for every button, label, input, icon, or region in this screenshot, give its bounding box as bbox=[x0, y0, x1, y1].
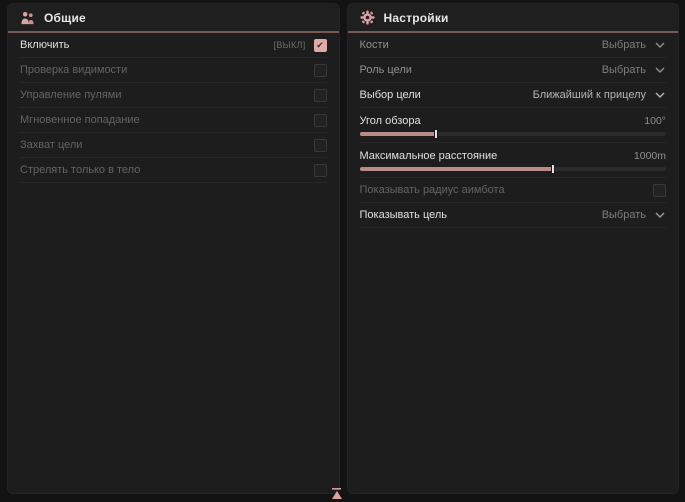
panel-general-header: Общие bbox=[8, 4, 339, 33]
slider-fill bbox=[360, 167, 553, 171]
instant-hit-checkbox[interactable] bbox=[314, 114, 327, 127]
chevron-down-icon[interactable] bbox=[654, 209, 666, 221]
toggle-label: Захват цели bbox=[20, 139, 82, 151]
slider-fill bbox=[360, 132, 437, 136]
panel-settings-title: Настройки bbox=[384, 11, 449, 25]
menu-panels: Общие Включить [ВЫКЛ] Проверка видимости… bbox=[0, 0, 685, 494]
toggle-label: Мгновенное попадание bbox=[20, 114, 140, 126]
bullet-control-checkbox[interactable] bbox=[314, 89, 327, 102]
chevron-down-icon[interactable] bbox=[654, 89, 666, 101]
cursor-arrow-icon bbox=[329, 486, 345, 500]
toggle-row-target-lock[interactable]: Захват цели bbox=[20, 133, 327, 158]
gear-icon bbox=[360, 10, 375, 25]
fov-slider[interactable] bbox=[360, 132, 667, 136]
select-value: Ближайший к прицелу bbox=[533, 89, 646, 101]
select-value: Выбрать bbox=[602, 64, 646, 76]
toggle-row-visibility-check[interactable]: Проверка видимости bbox=[20, 58, 327, 83]
users-icon bbox=[20, 10, 35, 25]
slider-value: 100° bbox=[644, 115, 666, 127]
max-distance-slider[interactable] bbox=[360, 167, 667, 171]
show-aimbot-radius-checkbox[interactable] bbox=[653, 184, 666, 197]
select-label: Кости bbox=[360, 39, 389, 51]
select-label: Роль цели bbox=[360, 64, 412, 76]
slider-row-fov: Угол обзора 100° bbox=[360, 108, 667, 143]
toggle-row-show-aimbot-radius[interactable]: Показывать радиус аимбота bbox=[360, 178, 667, 203]
panel-general: Общие Включить [ВЫКЛ] Проверка видимости… bbox=[7, 3, 340, 494]
toggle-label: Стрелять только в тело bbox=[20, 164, 140, 176]
toggle-row-body-only[interactable]: Стрелять только в тело bbox=[20, 158, 327, 183]
slider-label: Угол обзора bbox=[360, 115, 421, 127]
slider-row-max-distance: Максимальное расстояние 1000m bbox=[360, 143, 667, 178]
slider-value: 1000m bbox=[634, 150, 666, 162]
toggle-label: Включить bbox=[20, 39, 69, 51]
panel-settings: Настройки Кости Выбрать Роль цели Выбрат… bbox=[347, 3, 680, 494]
enable-checkbox[interactable] bbox=[314, 39, 327, 52]
slider-handle[interactable] bbox=[434, 129, 438, 139]
select-row-bones[interactable]: Кости Выбрать bbox=[360, 33, 667, 58]
panel-general-title: Общие bbox=[44, 11, 86, 25]
panel-settings-header: Настройки bbox=[348, 4, 679, 33]
select-row-target-choice[interactable]: Выбор цели Ближайший к прицелу bbox=[360, 83, 667, 108]
chevron-down-icon[interactable] bbox=[654, 39, 666, 51]
toggle-label: Управление пулями bbox=[20, 89, 122, 101]
toggle-row-bullet-control[interactable]: Управление пулями bbox=[20, 83, 327, 108]
chevron-down-icon[interactable] bbox=[654, 64, 666, 76]
toggle-row-enable[interactable]: Включить [ВЫКЛ] bbox=[20, 33, 327, 58]
select-row-show-target[interactable]: Показывать цель Выбрать bbox=[360, 203, 667, 228]
toggle-label: Проверка видимости bbox=[20, 64, 127, 76]
toggle-row-instant-hit[interactable]: Мгновенное попадание bbox=[20, 108, 327, 133]
slider-handle[interactable] bbox=[551, 164, 555, 174]
slider-label: Максимальное расстояние bbox=[360, 150, 498, 162]
select-value: Выбрать bbox=[602, 209, 646, 221]
visibility-check-checkbox[interactable] bbox=[314, 64, 327, 77]
select-label: Выбор цели bbox=[360, 89, 421, 101]
hotkey-tag: [ВЫКЛ] bbox=[274, 40, 306, 50]
body-only-checkbox[interactable] bbox=[314, 164, 327, 177]
select-row-target-role[interactable]: Роль цели Выбрать bbox=[360, 58, 667, 83]
toggle-label: Показывать радиус аимбота bbox=[360, 184, 505, 196]
target-lock-checkbox[interactable] bbox=[314, 139, 327, 152]
select-label: Показывать цель bbox=[360, 209, 448, 221]
select-value: Выбрать bbox=[602, 39, 646, 51]
